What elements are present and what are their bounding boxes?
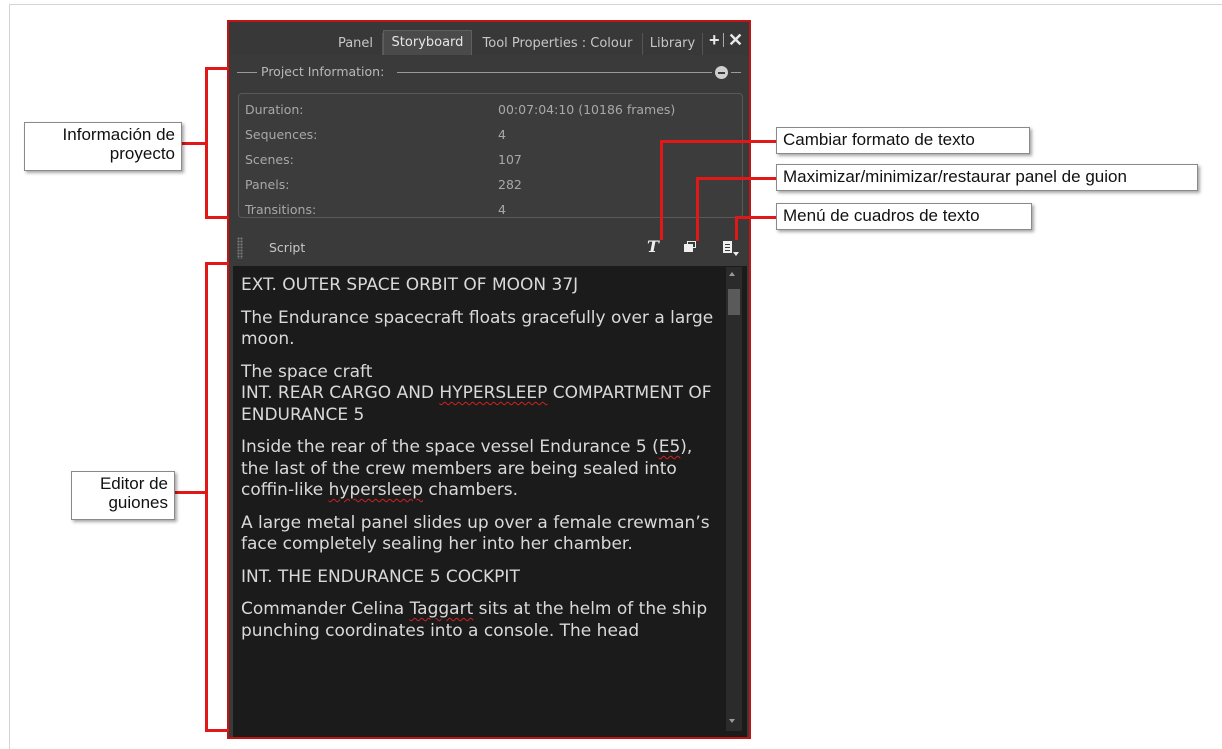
project-info-title: Project Information: xyxy=(261,64,385,79)
tab-separator xyxy=(723,33,724,47)
script-editor[interactable]: EXT. OUTER SPACE ORBIT OF MOON 37J The E… xyxy=(233,266,747,737)
info-label: Sequences: xyxy=(245,127,318,142)
info-label: Panels: xyxy=(245,177,290,192)
text-format-icon[interactable]: T xyxy=(647,237,659,256)
spellcheck-word[interactable]: E5 xyxy=(659,437,681,457)
header-line-right xyxy=(397,72,712,73)
callout-text-menu: Menú de cuadros de texto xyxy=(776,203,1032,230)
document-shape xyxy=(723,241,732,253)
project-info-header[interactable]: Project Information: xyxy=(237,64,743,82)
script-paragraph: The Endurance spacecraft floats graceful… xyxy=(241,307,714,350)
tab-panel[interactable]: Panel xyxy=(329,33,383,55)
window-front-shape xyxy=(684,244,693,252)
script-text[interactable]: EXT. OUTER SPACE ORBIT OF MOON 37J The E… xyxy=(241,275,721,653)
script-paragraph: INT. THE ENDURANCE 5 COCKPIT xyxy=(241,566,520,587)
leader-change-format-drop xyxy=(660,140,663,240)
header-line-left xyxy=(237,72,257,73)
info-value: 4 xyxy=(498,202,506,217)
info-value: 4 xyxy=(498,127,506,142)
leader-text-menu xyxy=(735,216,776,219)
figure-border-left xyxy=(9,4,10,749)
leader-maximize-drop xyxy=(696,177,699,241)
close-icon[interactable]: ✕ xyxy=(728,31,743,49)
dropdown-arrow-icon xyxy=(733,252,739,256)
bracket-project-info-top xyxy=(205,67,229,70)
drag-handle-icon[interactable] xyxy=(237,237,243,259)
header-line-end xyxy=(731,72,741,73)
tab-bar: Panel Storyboard Tool Properties : Colou… xyxy=(229,22,749,55)
script-paragraph: A large metal panel slides up over a fem… xyxy=(241,512,710,555)
callout-script-editor: Editor de guiones xyxy=(71,471,175,520)
info-value: 00:07:04:10 (10186 frames) xyxy=(498,102,676,117)
leader-maximize xyxy=(696,177,776,180)
script-paragraph: Commander Celina Taggart sits at the hel… xyxy=(241,599,708,641)
info-value: 107 xyxy=(498,152,522,167)
plus-icon[interactable]: + xyxy=(709,31,720,49)
collapse-icon[interactable] xyxy=(715,66,728,79)
bracket-project-info-pointer xyxy=(182,142,206,145)
callout-project-info: Información de proyecto xyxy=(24,122,182,171)
callout-maximize: Maximizar/minimizar/restaurar panel de g… xyxy=(776,164,1198,191)
text-box-menu-icon[interactable] xyxy=(723,239,739,257)
bracket-script-editor xyxy=(205,262,208,732)
tab-storyboard[interactable]: Storyboard xyxy=(383,30,472,55)
script-paragraph: Inside the rear of the space vessel Endu… xyxy=(241,437,693,500)
bracket-project-info-bottom xyxy=(205,216,229,219)
scroll-down-arrow-icon[interactable] xyxy=(729,719,735,723)
info-label: Scenes: xyxy=(245,152,294,167)
bracket-script-editor-top xyxy=(205,262,229,265)
script-paragraph: EXT. OUTER SPACE ORBIT OF MOON 37J xyxy=(241,275,579,295)
leader-text-menu-drop xyxy=(735,216,738,240)
vertical-scrollbar[interactable] xyxy=(726,267,742,731)
project-info-box: Duration: 00:07:04:10 (10186 frames) Seq… xyxy=(238,93,743,218)
tab-library[interactable]: Library xyxy=(643,33,703,55)
script-paragraph: The space craft INT. REAR CARGO AND HYPE… xyxy=(241,361,712,425)
callout-change-format: Cambiar formato de texto xyxy=(776,127,1030,154)
spellcheck-word[interactable]: hypersleep xyxy=(329,480,423,500)
info-label: Duration: xyxy=(245,102,304,117)
leader-change-format xyxy=(660,140,776,143)
maximize-restore-icon[interactable] xyxy=(684,241,696,253)
spellcheck-word[interactable]: HYPERSLEEP xyxy=(439,383,547,403)
info-label: Transitions: xyxy=(245,202,317,217)
tab-tool-properties-colour[interactable]: Tool Properties : Colour xyxy=(473,33,643,55)
info-value: 282 xyxy=(498,177,522,192)
script-label: Script xyxy=(269,240,306,255)
figure-border-top xyxy=(10,4,1222,5)
storyboard-panel: Panel Storyboard Tool Properties : Colou… xyxy=(227,20,751,739)
bracket-script-editor-pointer xyxy=(175,491,206,494)
script-toolbar: Script T xyxy=(229,232,749,264)
scroll-thumb[interactable] xyxy=(728,289,740,315)
spellcheck-word[interactable]: Taggart xyxy=(410,599,474,619)
bracket-script-editor-bottom xyxy=(205,729,229,732)
scroll-up-arrow-icon[interactable] xyxy=(729,272,735,276)
